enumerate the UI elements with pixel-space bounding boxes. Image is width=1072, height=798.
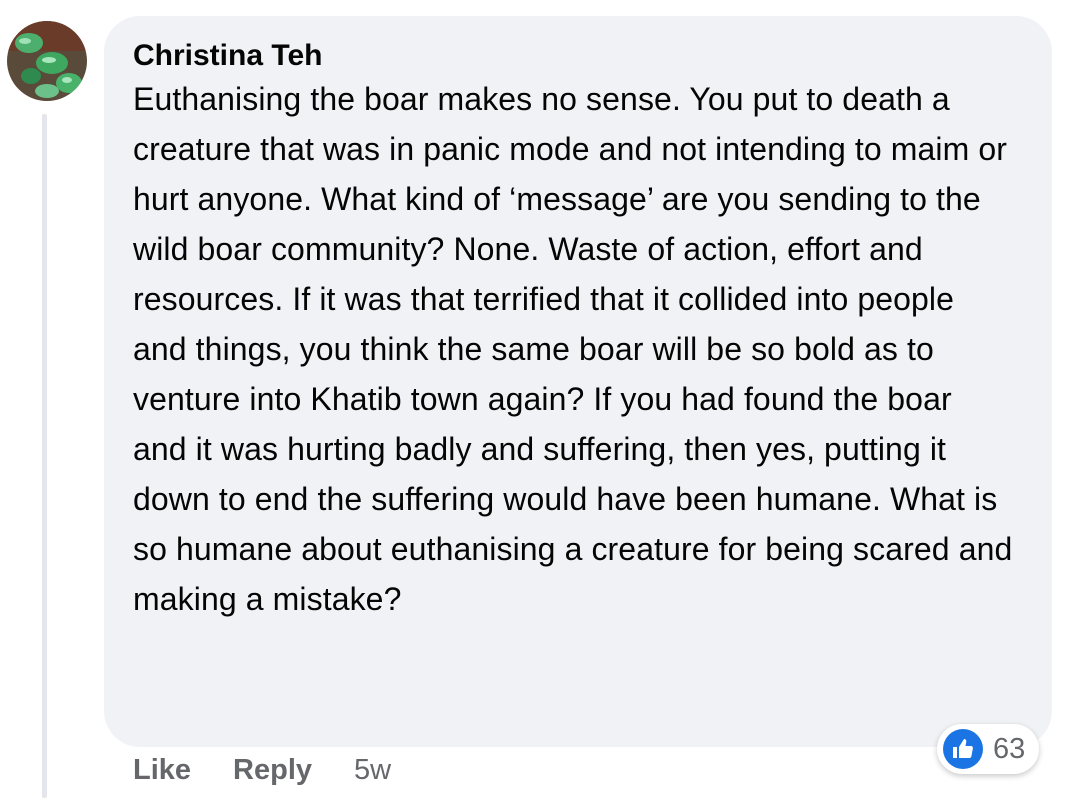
reaction-summary[interactable]: 63 bbox=[937, 724, 1040, 774]
like-button[interactable]: Like bbox=[133, 754, 191, 787]
thumbs-up-icon bbox=[943, 729, 983, 769]
avatar[interactable] bbox=[7, 21, 87, 101]
comment-author[interactable]: Christina Teh bbox=[133, 38, 1028, 74]
comment-timestamp[interactable]: 5w bbox=[354, 754, 391, 787]
comment-actions: Like Reply 5w bbox=[133, 750, 391, 790]
comment-text: Euthanising the boar makes no sense. You… bbox=[133, 81, 1013, 617]
comment-bubble: Christina Teh Euthanising the boar makes… bbox=[104, 16, 1052, 747]
reaction-count: 63 bbox=[993, 732, 1026, 765]
reply-button[interactable]: Reply bbox=[233, 754, 312, 787]
comment-thread: Christina Teh Euthanising the boar makes… bbox=[0, 0, 1072, 798]
thread-connector-line bbox=[42, 114, 47, 798]
avatar-image bbox=[7, 21, 87, 101]
